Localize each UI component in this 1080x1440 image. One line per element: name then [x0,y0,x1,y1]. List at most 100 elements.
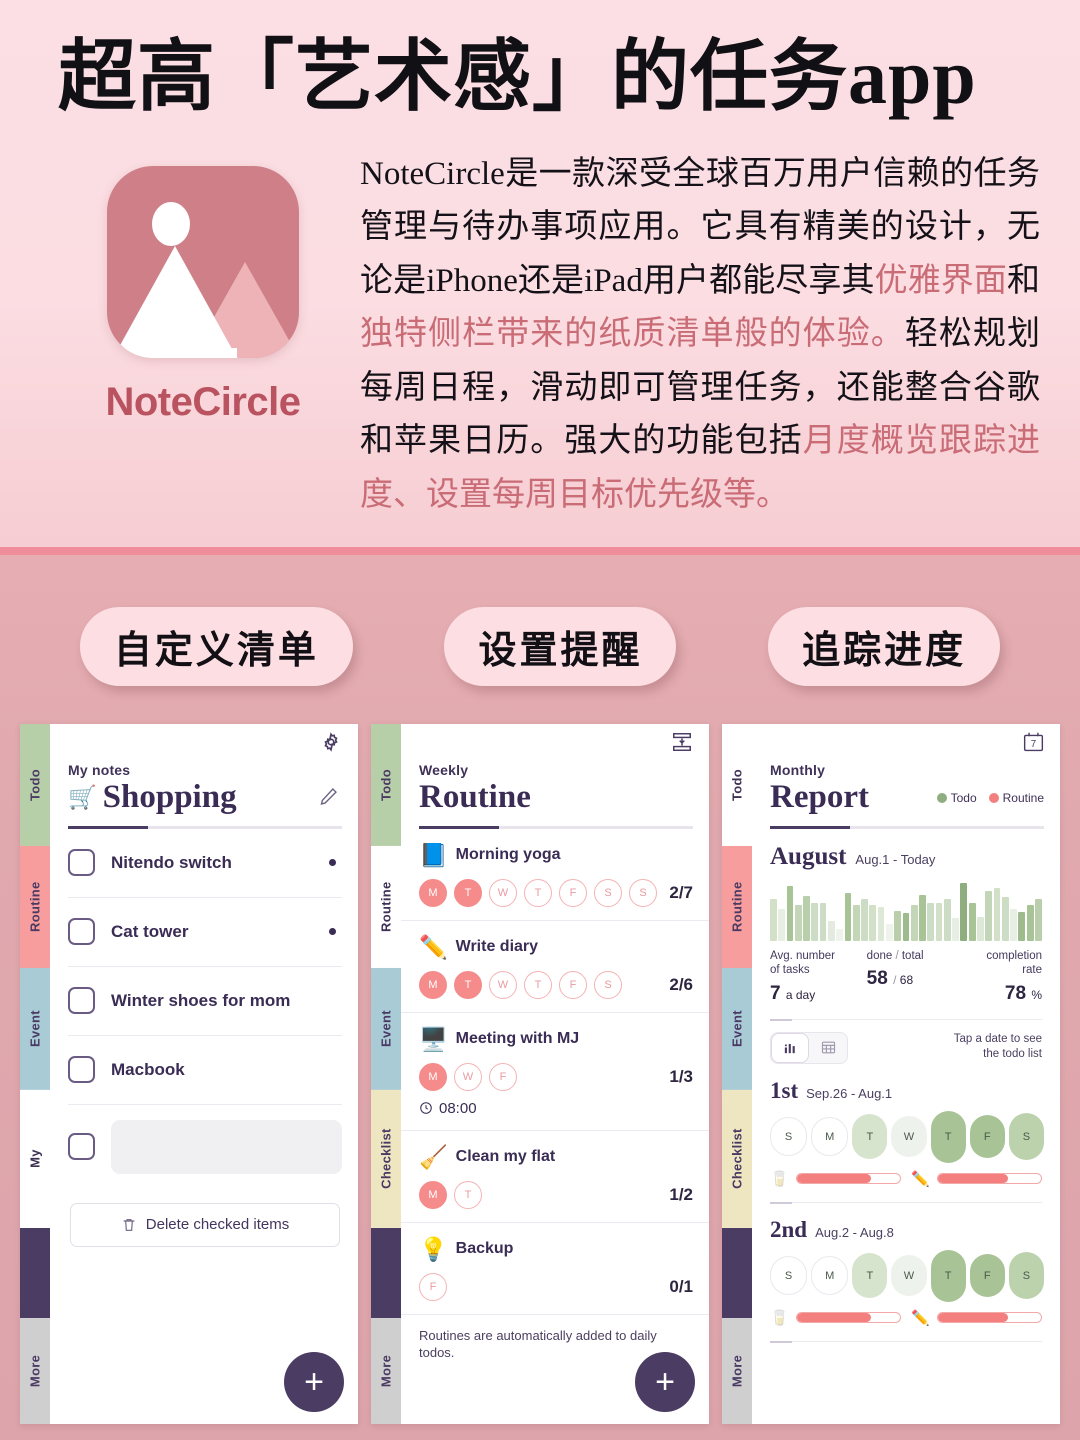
routine-emoji-icon: 💡 [419,1235,448,1262]
badge-custom-list: 自定义清单 [79,607,353,686]
week-day-cell[interactable]: F [969,1115,1005,1159]
routine-day-toggle[interactable]: M [419,1180,447,1209]
week-day-cell[interactable]: S [770,1256,808,1296]
routine-day-toggle[interactable]: F [559,970,587,999]
routine-day-toggle[interactable]: F [489,1062,517,1091]
sidebar-tab-todo[interactable]: Todo [722,724,752,846]
routine-day-toggle[interactable]: T [454,970,482,999]
week-day-cell[interactable]: T [930,1249,966,1302]
sidebar-tab-routine[interactable]: Routine [371,845,401,968]
badge-reminders: 设置提醒 [444,607,677,686]
report-title: Report [770,779,869,815]
calendar-view-icon[interactable] [809,1033,847,1063]
week-day-cell[interactable]: W [891,1116,927,1158]
routine-emoji-icon: 📘 [419,841,448,868]
add-item-fab[interactable]: + [284,1352,344,1412]
list-item[interactable]: Cat tower [68,898,342,967]
week-day-cell[interactable]: S [770,1117,808,1157]
week-day-cell[interactable]: S [1008,1113,1044,1161]
chart-bar [836,929,844,941]
chart-bar [935,902,943,941]
sidebar-tab-routine[interactable]: Routine [722,845,752,968]
sidebar-tab-my[interactable]: My [20,1089,50,1228]
item-checkbox[interactable] [68,849,95,877]
routine-item[interactable]: ✏️ Write diary M T W T F S 2/6 [401,921,709,1013]
legend-item-todo: Todo [936,791,977,805]
week-section: 2nd Aug.2 - Aug.8 S M T W T F S 🥛 ✏️ [752,1203,1060,1343]
hero-text-highlight: 独特侧栏带来的纸质清单般的体验。 [360,316,905,353]
sidebar-tab-checklist[interactable]: Checklist [722,1089,752,1228]
list-item[interactable]: Nitendo switch [68,829,342,898]
chart-bar-icon[interactable] [771,1032,809,1063]
routine-day-toggle[interactable]: W [489,970,517,999]
routine-day-toggle[interactable]: W [489,878,517,907]
routine-day-toggle[interactable]: T [524,878,552,907]
delete-checked-items-button[interactable]: Delete checked items [70,1202,340,1247]
stat-done-total: done / total 58 / 68 [861,949,952,1005]
gear-icon[interactable] [320,731,344,755]
stat-completion-rate: completion rate 78 % [957,949,1042,1005]
habit-progress: 🥛 [770,1309,901,1327]
routine-day-toggle[interactable]: F [559,878,587,907]
stat-avg-unit: a day [785,987,816,1002]
routine-item[interactable]: 💡 Backup F 0/1 [401,1223,709,1315]
sidebar-tab-event[interactable]: Event [722,967,752,1090]
routine-item[interactable]: 🖥️ Meeting with MJ M W F 1/3 08:00 [401,1013,709,1131]
routine-day-toggle[interactable]: M [419,970,447,999]
routine-item[interactable]: 🧹 Clean my flat M T 1/2 [401,1131,709,1223]
add-routine-fab[interactable]: + [635,1352,695,1412]
view-toggle[interactable] [770,1031,848,1064]
week-day-cell[interactable]: M [811,1117,849,1157]
tip-line2: the todo list [983,1047,1042,1060]
item-checkbox[interactable] [68,1056,95,1084]
sidebar-phone1: Todo Routine Event My More [20,724,50,1424]
item-checkbox[interactable] [68,918,95,946]
sidebar-tab-todo[interactable]: Todo [371,724,401,846]
sidebar-tab-more[interactable]: More [371,1317,401,1424]
routine-item[interactable]: 📘 Morning yoga M T W T F S S 2/7 [401,829,709,921]
week-day-cell[interactable]: F [969,1254,1005,1298]
collapse-rows-icon[interactable] [671,731,695,755]
week-day-cell[interactable]: W [891,1255,927,1297]
week-day-cell[interactable]: M [811,1256,849,1296]
routine-day-toggle[interactable]: S [629,878,657,907]
calendar-icon[interactable]: 7 [1022,731,1046,755]
week-day-cell[interactable]: T [852,1114,888,1160]
new-item-row[interactable] [68,1105,342,1189]
week-range: Aug.2 - Aug.8 [815,1224,894,1240]
pencil-icon[interactable] [318,786,342,810]
routine-day-toggle[interactable]: T [454,1180,482,1209]
sidebar-tab-routine[interactable]: Routine [20,845,50,968]
sidebar-tab-event[interactable]: Event [20,967,50,1090]
sidebar-tab-event[interactable]: Event [371,967,401,1090]
stat-avg-tasks: Avg. number of tasks 7 a day [770,949,855,1005]
phone-screenshots: Todo Routine Event My More My notes 🛒 Sh… [0,686,1080,1424]
routine-title-row: ✏️ Write diary [419,934,693,961]
chart-bar [1026,904,1034,941]
new-item-input[interactable] [111,1119,342,1174]
routine-day-toggle[interactable]: M [419,878,447,907]
routine-days: M T 1/2 [419,1180,693,1209]
routine-day-toggle[interactable]: M [419,1062,447,1091]
list-item[interactable]: Winter shoes for mom [68,967,342,1036]
sidebar-tab-checklist[interactable]: Checklist [371,1089,401,1228]
item-checkbox[interactable] [68,987,95,1015]
week-day-cell[interactable]: T [930,1110,966,1163]
habit-icon: 🥛 [770,1170,789,1188]
sidebar-tab-todo[interactable]: Todo [20,724,50,846]
new-item-checkbox[interactable] [68,1133,95,1161]
routine-day-toggle[interactable]: T [454,878,482,907]
routine-day-toggle[interactable]: F [419,1272,447,1301]
habit-progress: ✏️ [911,1170,1042,1188]
sidebar-tab-more[interactable]: More [20,1317,50,1424]
week-ordinal: 2nd [770,1216,808,1242]
sidebar-tab-more[interactable]: More [722,1317,752,1424]
report-stats: Avg. number of tasks 7 a day done / tota [752,941,1060,1005]
routine-day-toggle[interactable]: W [454,1062,482,1091]
routine-day-toggle[interactable]: T [524,970,552,999]
routine-day-toggle[interactable]: S [594,970,622,999]
week-day-cell[interactable]: S [1008,1252,1044,1300]
routine-day-toggle[interactable]: S [594,878,622,907]
week-day-cell[interactable]: T [852,1253,888,1299]
list-item[interactable]: Macbook [68,1036,342,1105]
